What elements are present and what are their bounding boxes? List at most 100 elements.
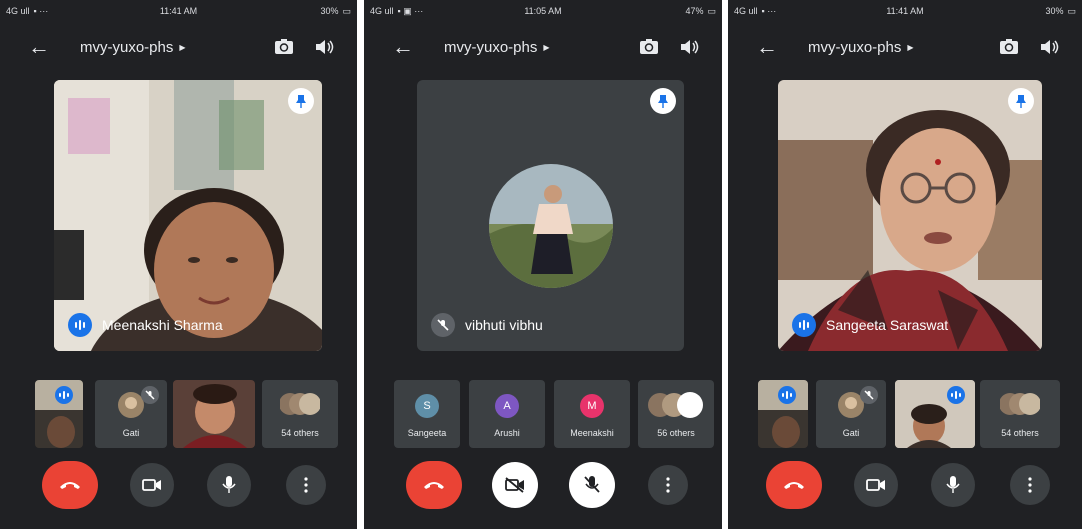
more-options-button[interactable] — [648, 465, 688, 505]
participant-name-row: Meenakshi Sharma — [68, 313, 223, 337]
more-vert-icon — [666, 477, 670, 493]
caret-right-icon: ▶ — [179, 42, 186, 52]
battery-icon: ▭ — [707, 5, 716, 16]
battery-level: 47% — [685, 6, 704, 16]
microphone-button[interactable] — [931, 463, 975, 507]
participant-tile[interactable]: A Arushi — [469, 380, 545, 448]
participant-strip: Gati 54 others — [728, 380, 1082, 448]
pin-icon[interactable] — [650, 88, 676, 114]
more-options-button[interactable] — [1010, 465, 1050, 505]
participant-strip: Gati 54 others — [0, 380, 357, 448]
stacked-avatars — [648, 392, 704, 418]
main-video-tile[interactable]: Sangeeta Saraswat — [778, 80, 1042, 351]
participant-tile[interactable] — [895, 380, 975, 448]
call-controls — [364, 461, 722, 509]
end-call-button[interactable] — [406, 461, 462, 509]
notification-icons: ▪ ▣ ··· — [397, 5, 424, 16]
status-bar: 4G ull ▪ ··· 11:41 AM 30% ▭ — [6, 4, 351, 18]
speaker-icon[interactable] — [678, 36, 700, 58]
tile-label: Gati — [842, 428, 860, 438]
others-tile[interactable]: 54 others — [980, 380, 1060, 448]
microphone-icon — [222, 476, 236, 493]
battery-icon: ▭ — [1067, 5, 1076, 16]
camera-button[interactable] — [854, 463, 898, 507]
phone-screen-3: 4G ull ▪ ··· 11:41 AM 30% ▭ ← mvy-yuxo-phs… — [728, 0, 1082, 529]
participant-tile[interactable]: S Sangeeta — [394, 380, 460, 448]
app-bar: ← mvy-yuxo-phs ▶ — [728, 30, 1082, 64]
back-arrow-icon[interactable]: ← — [392, 36, 414, 58]
initial-avatar: M — [580, 394, 604, 418]
participant-name: Sangeeta Saraswat — [826, 317, 949, 333]
audio-level-icon — [792, 313, 816, 337]
participant-tile[interactable]: M Meenakshi — [554, 380, 630, 448]
status-time: 11:05 AM — [524, 6, 562, 16]
tile-label: 56 others — [657, 428, 695, 438]
speaker-icon[interactable] — [313, 36, 335, 58]
tile-label: 54 others — [1001, 428, 1039, 438]
initial-avatar: A — [495, 394, 519, 418]
pin-icon[interactable] — [1008, 88, 1034, 114]
participant-video — [778, 80, 1042, 351]
back-arrow-icon[interactable]: ← — [28, 36, 50, 58]
meeting-code: mvy-yuxo-phs — [444, 38, 538, 56]
self-view-tile[interactable] — [758, 380, 808, 448]
back-arrow-icon[interactable]: ← — [756, 36, 778, 58]
switch-camera-icon[interactable] — [273, 36, 295, 58]
more-vert-icon — [304, 477, 308, 493]
caret-right-icon: ▶ — [543, 42, 550, 52]
others-tile[interactable]: 56 others — [638, 380, 714, 448]
tile-label: 54 others — [281, 428, 319, 438]
status-bar: 4G ull ▪ ··· 11:41 AM 30% ▭ — [734, 4, 1076, 18]
microphone-off-button[interactable] — [569, 462, 615, 508]
mic-off-icon — [860, 386, 878, 404]
end-call-button[interactable] — [766, 461, 822, 509]
initial-avatar: S — [415, 394, 439, 418]
microphone-button[interactable] — [207, 463, 251, 507]
end-call-button[interactable] — [42, 461, 98, 509]
signal-indicator: 4G ull — [6, 6, 30, 16]
mic-off-icon — [141, 386, 159, 404]
video-camera-icon — [866, 479, 885, 491]
participant-tile[interactable]: Gati — [816, 380, 886, 448]
audio-level-icon — [68, 313, 92, 337]
participant-video — [173, 380, 255, 448]
call-controls — [0, 461, 357, 509]
app-bar: ← mvy-yuxo-phs ▶ — [364, 30, 722, 64]
participant-tile[interactable] — [173, 380, 255, 448]
signal-indicator: 4G ull — [734, 6, 758, 16]
participant-tile[interactable]: Gati — [95, 380, 167, 448]
main-video-tile[interactable]: Meenakshi Sharma — [54, 80, 322, 351]
self-view-tile[interactable] — [35, 380, 83, 448]
notification-icons: ▪ ··· — [33, 6, 49, 16]
battery-icon: ▭ — [342, 5, 351, 16]
meeting-code-button[interactable]: mvy-yuxo-phs ▶ — [80, 39, 186, 56]
main-video-tile[interactable]: vibhuti vibhu — [417, 80, 684, 351]
tile-label: Gati — [122, 428, 140, 438]
meeting-code: mvy-yuxo-phs — [80, 38, 174, 56]
speaker-icon[interactable] — [1038, 36, 1060, 58]
phone-screen-1: 4G ull ▪ ··· 11:41 AM 30% ▭ ← mvy-yuxo-phs… — [0, 0, 357, 529]
switch-camera-icon[interactable] — [638, 36, 660, 58]
participant-video — [54, 80, 322, 351]
microphone-icon — [946, 476, 960, 493]
caret-right-icon: ▶ — [907, 42, 914, 52]
participant-avatar — [489, 164, 613, 288]
meeting-code-button[interactable]: mvy-yuxo-phs ▶ — [444, 39, 550, 56]
battery-level: 30% — [1045, 6, 1064, 16]
camera-off-button[interactable] — [492, 462, 538, 508]
camera-button[interactable] — [130, 463, 174, 507]
more-options-button[interactable] — [286, 465, 326, 505]
tile-label: Meenakshi — [570, 428, 614, 438]
more-vert-icon — [1028, 477, 1032, 493]
audio-level-icon — [55, 386, 73, 404]
participant-name-row: Sangeeta Saraswat — [792, 313, 948, 337]
phone-screen-2: 4G ull ▪ ▣ ··· 11:05 AM 47% ▭ ← mvy-yuxo-p… — [364, 0, 722, 529]
status-time: 11:41 AM — [159, 6, 198, 16]
pin-icon[interactable] — [288, 88, 314, 114]
others-tile[interactable]: 54 others — [262, 380, 338, 448]
call-controls — [728, 461, 1082, 509]
switch-camera-icon[interactable] — [998, 36, 1020, 58]
audio-level-icon — [947, 386, 965, 404]
meeting-code-button[interactable]: mvy-yuxo-phs ▶ — [808, 39, 914, 56]
tile-label: Arushi — [494, 428, 520, 438]
